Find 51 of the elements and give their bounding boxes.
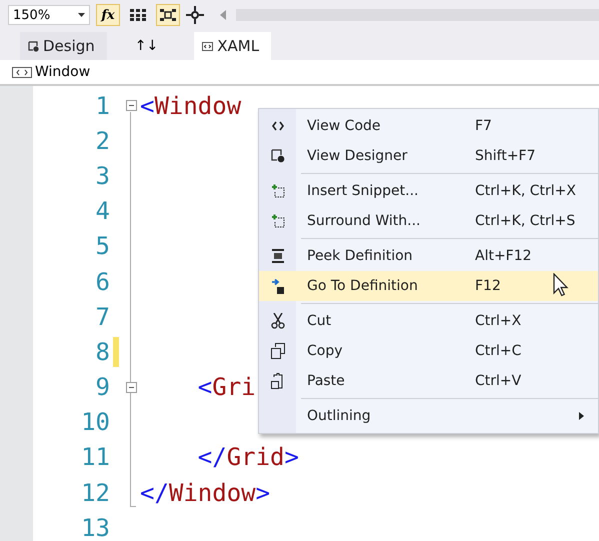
code-brackets-icon: [202, 42, 214, 50]
breadcrumb-item[interactable]: Window: [35, 64, 90, 80]
xaml-tab[interactable]: XAML: [194, 32, 272, 60]
element-icon: [12, 66, 32, 78]
code-text: </Grid>: [196, 443, 299, 472]
menu-item[interactable]: Surround With... Ctrl+K, Ctrl+S: [259, 206, 598, 236]
snap-grid-icon[interactable]: [156, 4, 180, 26]
designer-icon: [270, 149, 284, 163]
line-number: 11: [80, 443, 110, 472]
menu-item[interactable]: Insert Snippet... Ctrl+K, Ctrl+X: [259, 176, 598, 206]
peek-icon: [270, 249, 284, 263]
line-number: 5: [94, 232, 110, 260]
collapse-icon[interactable]: [126, 100, 136, 112]
code-text: <Gri: [196, 373, 256, 402]
menu-item[interactable]: Go To Definition F12: [259, 271, 598, 301]
paste-icon: [270, 373, 284, 389]
line-number: 1: [94, 92, 110, 120]
menu-item[interactable]: Outlining: [259, 401, 598, 431]
menu-item[interactable]: Copy Ctrl+C: [259, 336, 598, 366]
code-text: <Window: [140, 92, 242, 120]
design-tab[interactable]: Design: [20, 32, 107, 60]
menu-item[interactable]: View Designer Shift+F7: [259, 141, 598, 171]
code-text: </Window>: [140, 478, 270, 507]
line-number: 9: [94, 373, 110, 402]
line-number: 7: [94, 302, 110, 331]
line-number: 4: [94, 197, 110, 226]
line-number: 10: [80, 408, 110, 436]
formula-button[interactable]: fx: [96, 4, 120, 26]
copy-icon: [270, 343, 284, 359]
caret-icon: [78, 13, 85, 17]
code-brackets-icon: [272, 121, 284, 131]
line-number: 3: [94, 162, 110, 190]
mouse-pointer-icon: [553, 273, 569, 297]
crosshair-icon[interactable]: [186, 6, 204, 24]
menu-item[interactable]: Cut Ctrl+X: [259, 306, 598, 336]
line-number: 13: [80, 514, 110, 541]
menu-item[interactable]: Paste Ctrl+V: [259, 366, 598, 396]
line-number: 12: [80, 478, 110, 507]
snippet-icon: [270, 184, 284, 198]
scissors-icon: [270, 313, 284, 329]
menu-item[interactable]: View Code F7: [259, 111, 598, 141]
swap-panes-button[interactable]: ↑↓: [126, 32, 166, 60]
zoom-dropdown[interactable]: 150%: [8, 5, 90, 25]
designer-icon: [28, 40, 39, 52]
line-number: 6: [94, 268, 110, 296]
line-number: 8: [94, 338, 110, 366]
line-number: 2: [94, 126, 110, 155]
collapse-icon[interactable]: [126, 382, 136, 393]
go-to-icon: [270, 278, 284, 294]
menu-item[interactable]: Peek Definition Alt+F12: [259, 241, 598, 271]
snippet-icon: [270, 214, 284, 228]
